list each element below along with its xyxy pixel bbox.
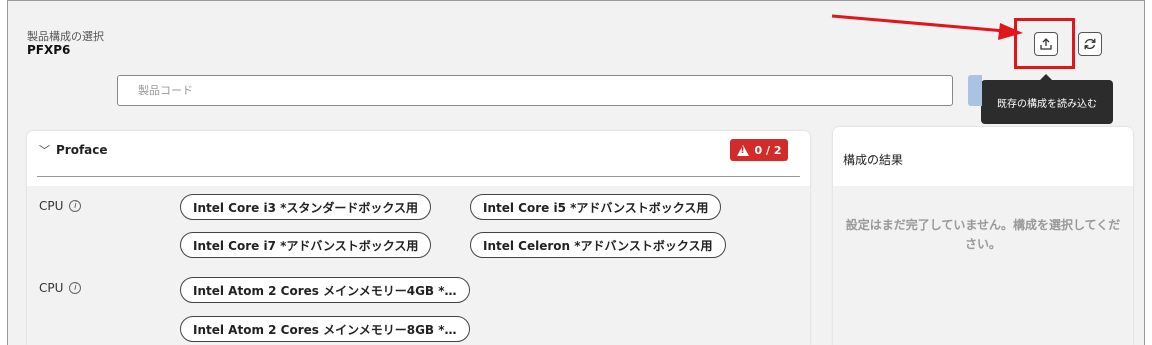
option-core-i3[interactable]: Intel Core i3 *スタンダードボックス用 (180, 194, 432, 220)
upload-icon (1040, 38, 1052, 50)
warning-icon (736, 144, 749, 156)
panel-body: CPU i Intel Core i3 *スタンダードボックス用 Intel C… (27, 186, 810, 345)
option-atom-8gb[interactable]: Intel Atom 2 Cores メインメモリー8GB *… (180, 316, 470, 342)
info-icon[interactable]: i (69, 282, 82, 294)
annotation-arrow (831, 14, 1023, 40)
refresh-icon (1084, 38, 1096, 50)
cpu-label-2: CPU i (39, 281, 82, 295)
load-config-button[interactable] (1034, 32, 1058, 56)
panel-title: Proface (56, 143, 108, 157)
proface-panel: ﹀ Proface 0 / 2 CPU i Intel Core i3 *スタン… (27, 131, 810, 345)
load-config-tooltip: 既存の構成を読み込む (981, 80, 1113, 124)
option-atom-4gb[interactable]: Intel Atom 2 Cores メインメモリー4GB *… (180, 277, 470, 303)
page-subtitle: 製品構成の選択 (27, 30, 104, 43)
chevron-down-icon: ﹀ (39, 144, 50, 157)
refresh-button[interactable] (1078, 32, 1102, 56)
option-core-i5[interactable]: Intel Core i5 *アドバンストボックス用 (470, 194, 722, 220)
option-core-i7[interactable]: Intel Core i7 *アドバンストボックス用 (180, 232, 432, 258)
product-code-input[interactable]: 製品コード (117, 75, 953, 106)
info-icon[interactable]: i (69, 200, 82, 212)
search-button[interactable] (968, 75, 982, 106)
cpu-label-1: CPU i (39, 199, 82, 213)
status-badge: 0 / 2 (730, 139, 788, 161)
option-celeron[interactable]: Intel Celeron *アドバンストボックス用 (470, 232, 726, 258)
result-body: 設定はまだ完了していません。構成を選択してください。 (833, 186, 1133, 345)
panel-header[interactable]: ﹀ Proface (39, 142, 108, 158)
badge-count: 0 / 2 (754, 143, 782, 157)
product-code: PFXP6 (27, 43, 71, 57)
result-message: 設定はまだ完了していません。構成を選択してください。 (845, 218, 1121, 251)
result-title: 構成の結果 (843, 153, 904, 167)
divider (37, 176, 800, 177)
cpu-label-text: CPU (39, 281, 64, 295)
cpu-label-text: CPU (39, 199, 64, 213)
result-panel: 構成の結果 設定はまだ完了していません。構成を選択してください。 (833, 127, 1133, 345)
